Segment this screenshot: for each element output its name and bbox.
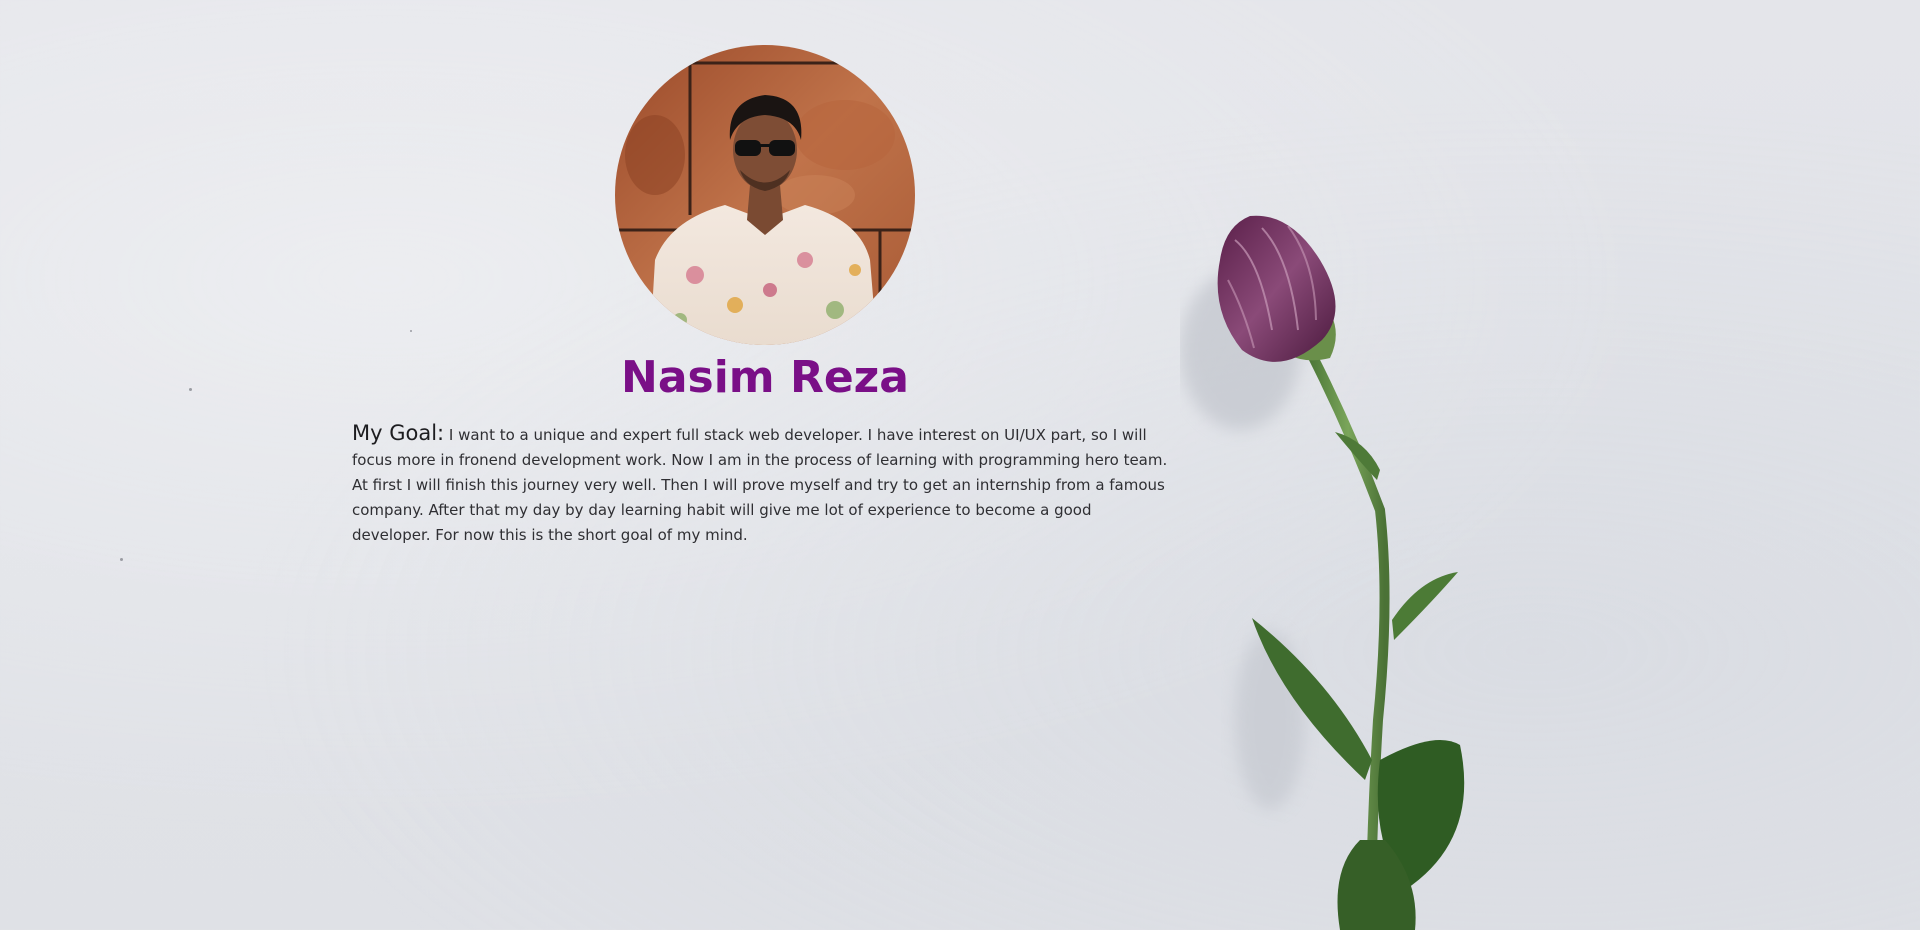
goal-text: I want to a unique and expert full stack…	[352, 426, 1168, 544]
goal-paragraph: My Goal: I want to a unique and expert f…	[352, 421, 1172, 548]
page: Nasim Reza My Goal: I want to a unique a…	[0, 0, 1920, 930]
paper-speck	[410, 330, 412, 332]
paper-speck	[189, 388, 192, 391]
flower-bud-icon	[1180, 200, 1500, 930]
paper-speck	[120, 558, 123, 561]
goal-label: My Goal:	[352, 421, 445, 445]
avatar	[615, 45, 915, 345]
profile-photo-icon	[615, 45, 915, 345]
profile-name: Nasim Reza	[621, 352, 909, 403]
